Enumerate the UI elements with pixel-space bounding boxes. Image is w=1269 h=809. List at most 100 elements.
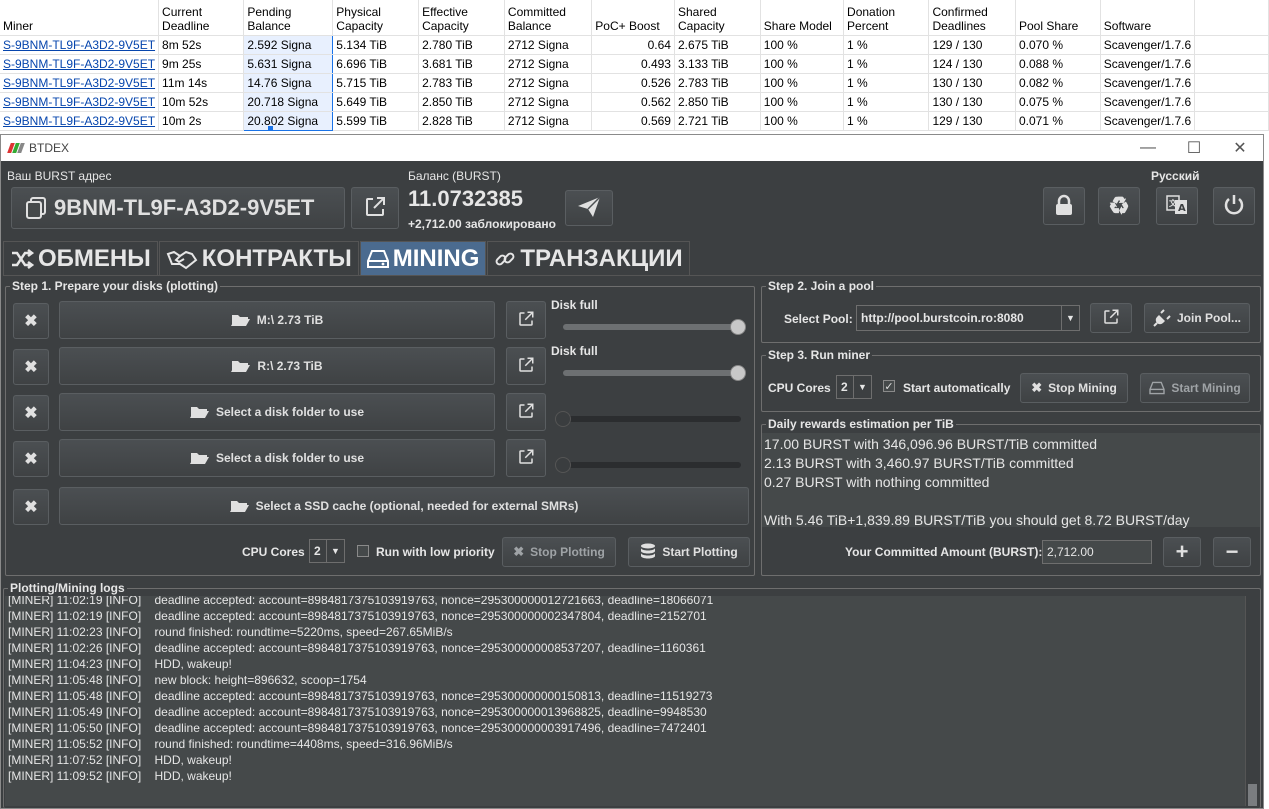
open-explorer-button[interactable] (351, 187, 399, 229)
table-cell[interactable]: 20.802 Signa (243, 111, 334, 131)
table-cell[interactable]: 2.850 TiB (418, 92, 505, 112)
start-mining-button[interactable]: Start Mining (1140, 373, 1250, 403)
table-cell[interactable]: 5.631 Signa (243, 54, 334, 74)
col-header[interactable] (1194, 0, 1269, 36)
plot-slider-track[interactable] (563, 370, 741, 376)
table-cell[interactable]: 10m 2s (158, 111, 245, 131)
mining-cpu-select[interactable]: 2 ▼ (836, 375, 872, 399)
recycle-button[interactable]: ♻ (1098, 187, 1140, 225)
remove-disk-button[interactable]: ✖ (13, 395, 49, 431)
table-cell[interactable]: 0.493 (591, 54, 675, 74)
table-cell[interactable]: Scavenger/1.7.6 (1100, 92, 1196, 112)
col-header[interactable]: Effective Capacity (418, 0, 505, 36)
log-scrollbar[interactable] (1245, 596, 1259, 806)
plot-slider-track[interactable] (563, 324, 741, 330)
table-cell[interactable]: 20.718 Signa (243, 92, 334, 112)
table-cell[interactable]: 100 % (760, 92, 845, 112)
table-cell[interactable]: 11m 14s (158, 73, 245, 93)
table-cell[interactable]: 100 % (760, 35, 845, 55)
table-cell[interactable]: 130 / 130 (928, 73, 1016, 93)
select-disk-folder-button[interactable]: Select a disk folder to use (59, 439, 495, 477)
tab-exchanges[interactable]: ОБМЕНЫ (3, 241, 158, 275)
plot-slider-track[interactable] (563, 462, 741, 468)
title-bar[interactable]: BTDEX — ☐ ✕ (1, 135, 1263, 161)
pool-select[interactable]: http://pool.burstcoin.ro:8080 ▼ (856, 305, 1080, 331)
table-cell[interactable]: 2.783 TiB (418, 73, 505, 93)
plot-cpu-select[interactable]: 2 ▼ (309, 539, 345, 563)
close-button[interactable]: ✕ (1217, 135, 1263, 161)
table-cell[interactable]: Scavenger/1.7.6 (1100, 111, 1196, 131)
open-disk-folder-button[interactable] (506, 439, 546, 477)
remove-disk-button[interactable]: ✖ (13, 349, 49, 385)
tab-mining[interactable]: MINING (359, 241, 487, 275)
minimize-button[interactable]: — (1125, 135, 1171, 161)
table-cell[interactable]: 2712 Signa (504, 35, 593, 55)
col-header[interactable]: Software (1100, 0, 1196, 36)
table-cell[interactable]: 100 % (760, 73, 845, 93)
table-cell[interactable]: 3.681 TiB (418, 54, 505, 74)
table-cell[interactable]: 0.562 (591, 92, 675, 112)
table-cell[interactable]: 5.715 TiB (332, 73, 420, 93)
join-pool-button[interactable]: Join Pool... (1144, 303, 1250, 333)
stop-plotting-button[interactable]: ✖ Stop Plotting (502, 537, 616, 567)
table-row[interactable]: S-9BNM-TL9F-A3D2-9V5ET 9m 25s 5.631 Signa 6… (0, 54, 1269, 74)
table-cell[interactable]: Scavenger/1.7.6 (1100, 54, 1196, 74)
table-cell[interactable]: 2.828 TiB (418, 111, 505, 131)
table-cell[interactable]: 0.569 (591, 111, 675, 131)
table-cell[interactable]: 1 % (843, 111, 930, 131)
table-cell[interactable]: 100 % (760, 54, 845, 74)
table-cell[interactable]: 2.592 Signa (243, 35, 334, 55)
table-row[interactable]: S-9BNM-TL9F-A3D2-9V5ET 10m 52s 20.718 Sign… (0, 92, 1269, 112)
col-header[interactable]: PoC+ Boost (591, 0, 675, 36)
table-cell[interactable]: 0.075 % (1015, 92, 1101, 112)
remove-disk-button[interactable]: ✖ (13, 441, 49, 477)
log-scrollbar-thumb[interactable] (1248, 784, 1257, 806)
table-cell[interactable]: 130 / 130 (928, 92, 1016, 112)
table-cell[interactable]: 2.721 TiB (674, 111, 761, 131)
table-cell[interactable]: 0.088 % (1015, 54, 1101, 74)
select-ssd-cache-button[interactable]: Select a SSD cache (optional, needed for… (59, 487, 749, 525)
table-cell[interactable]: 0.526 (591, 73, 675, 93)
table-cell[interactable] (1194, 111, 1269, 131)
table-cell[interactable]: 0.082 % (1015, 73, 1101, 93)
table-cell[interactable]: 129 / 130 (928, 111, 1016, 131)
table-cell[interactable] (1194, 54, 1269, 74)
table-cell[interactable]: 14.76 Signa (243, 73, 334, 93)
table-cell[interactable]: 2712 Signa (504, 111, 593, 131)
table-cell[interactable]: 10m 52s (158, 92, 245, 112)
plot-slider-knob[interactable] (555, 411, 571, 427)
disk-folder-button[interactable]: M:\ 2.73 TiB (59, 301, 495, 339)
send-button[interactable] (565, 190, 613, 226)
copy-address-button[interactable]: 9BNM-TL9F-A3D2-9V5ET (11, 187, 345, 229)
table-cell[interactable]: 2712 Signa (504, 54, 593, 74)
table-cell[interactable]: 1 % (843, 73, 930, 93)
col-header[interactable]: Share Model (760, 0, 845, 36)
remove-ssd-button[interactable]: ✖ (13, 489, 49, 525)
select-disk-folder-button[interactable]: Select a disk folder to use (59, 393, 495, 431)
table-cell[interactable]: 6.696 TiB (332, 54, 420, 74)
table-row[interactable]: S-9BNM-TL9F-A3D2-9V5ET 10m 2s 20.802 Signa… (0, 111, 1269, 131)
col-header[interactable]: Pending Balance (243, 0, 334, 36)
miner-link[interactable]: S-9BNM-TL9F-A3D2-9V5ET (0, 54, 160, 74)
selection-handle[interactable] (268, 126, 273, 131)
low-priority-checkbox[interactable] (357, 545, 369, 557)
maximize-button[interactable]: ☐ (1171, 135, 1217, 161)
col-header[interactable]: Donation Percent (843, 0, 930, 36)
table-row[interactable]: S-9BNM-TL9F-A3D2-9V5ET 11m 14s 14.76 Signa… (0, 73, 1269, 93)
table-cell[interactable]: 5.134 TiB (332, 35, 420, 55)
open-pool-button[interactable] (1090, 303, 1132, 333)
table-cell[interactable]: 3.133 TiB (674, 54, 761, 74)
language-button[interactable]: A文 (1156, 187, 1198, 225)
col-header[interactable]: Shared Capacity (674, 0, 761, 36)
table-cell[interactable]: 8m 52s (158, 35, 245, 55)
decrease-commit-button[interactable]: − (1213, 537, 1251, 567)
table-cell[interactable]: 5.649 TiB (332, 92, 420, 112)
col-header[interactable]: Current Deadline (158, 0, 245, 36)
plot-slider-knob[interactable] (555, 457, 571, 473)
table-cell[interactable]: 2.675 TiB (674, 35, 761, 55)
table-cell[interactable]: 5.599 TiB (332, 111, 420, 131)
open-disk-folder-button[interactable] (506, 301, 546, 339)
table-cell[interactable]: 129 / 130 (928, 35, 1016, 55)
tab-contracts[interactable]: КОНТРАКТЫ (158, 241, 359, 275)
table-cell[interactable]: 124 / 130 (928, 54, 1016, 74)
